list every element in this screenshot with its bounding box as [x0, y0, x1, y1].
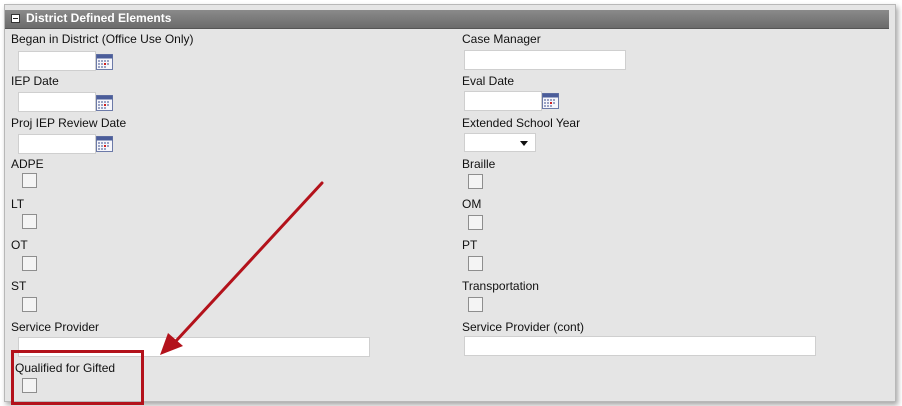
braille-checkbox[interactable] [468, 174, 483, 189]
extended-school-year-label: Extended School Year [462, 116, 581, 130]
proj-iep-review-date-label: Proj IEP Review Date [11, 116, 127, 130]
chevron-down-icon [520, 141, 528, 146]
iep-date-input[interactable] [18, 92, 96, 112]
lt-label: LT [11, 197, 25, 211]
service-provider-cont-input[interactable] [464, 336, 816, 356]
iep-date-label: IEP Date [11, 74, 59, 88]
ot-label: OT [11, 238, 28, 252]
case-manager-input[interactable] [464, 50, 626, 70]
proj-iep-review-date-input[interactable] [18, 134, 96, 154]
om-label: OM [462, 197, 482, 211]
pt-checkbox[interactable] [468, 256, 483, 271]
collapse-icon[interactable] [11, 14, 20, 23]
section-title: District Defined Elements [26, 11, 172, 25]
calendar-icon[interactable] [96, 135, 113, 152]
service-provider-label: Service Provider [11, 320, 100, 334]
began-in-district-label: Began in District (Office Use Only) [11, 32, 194, 46]
st-checkbox[interactable] [22, 297, 37, 312]
calendar-icon[interactable] [96, 94, 113, 111]
eval-date-label: Eval Date [462, 74, 515, 88]
calendar-icon[interactable] [96, 53, 113, 70]
case-manager-label: Case Manager [462, 32, 541, 46]
adpe-label: ADPE [11, 157, 44, 171]
annotation-highlight-box [11, 350, 144, 405]
began-in-district-input[interactable] [18, 51, 96, 71]
lt-checkbox[interactable] [22, 214, 37, 229]
service-provider-cont-label: Service Provider (cont) [462, 320, 585, 334]
eval-date-input[interactable] [464, 91, 542, 111]
page: District Defined Elements Began in Distr… [0, 0, 902, 406]
transportation-checkbox[interactable] [468, 297, 483, 312]
extended-school-year-select[interactable] [464, 133, 536, 152]
adpe-checkbox[interactable] [22, 173, 37, 188]
calendar-icon[interactable] [542, 92, 559, 109]
pt-label: PT [462, 238, 478, 252]
section-header: District Defined Elements [5, 10, 889, 29]
ot-checkbox[interactable] [22, 256, 37, 271]
om-checkbox[interactable] [468, 215, 483, 230]
braille-label: Braille [462, 157, 496, 171]
st-label: ST [11, 279, 27, 293]
transportation-label: Transportation [462, 279, 539, 293]
